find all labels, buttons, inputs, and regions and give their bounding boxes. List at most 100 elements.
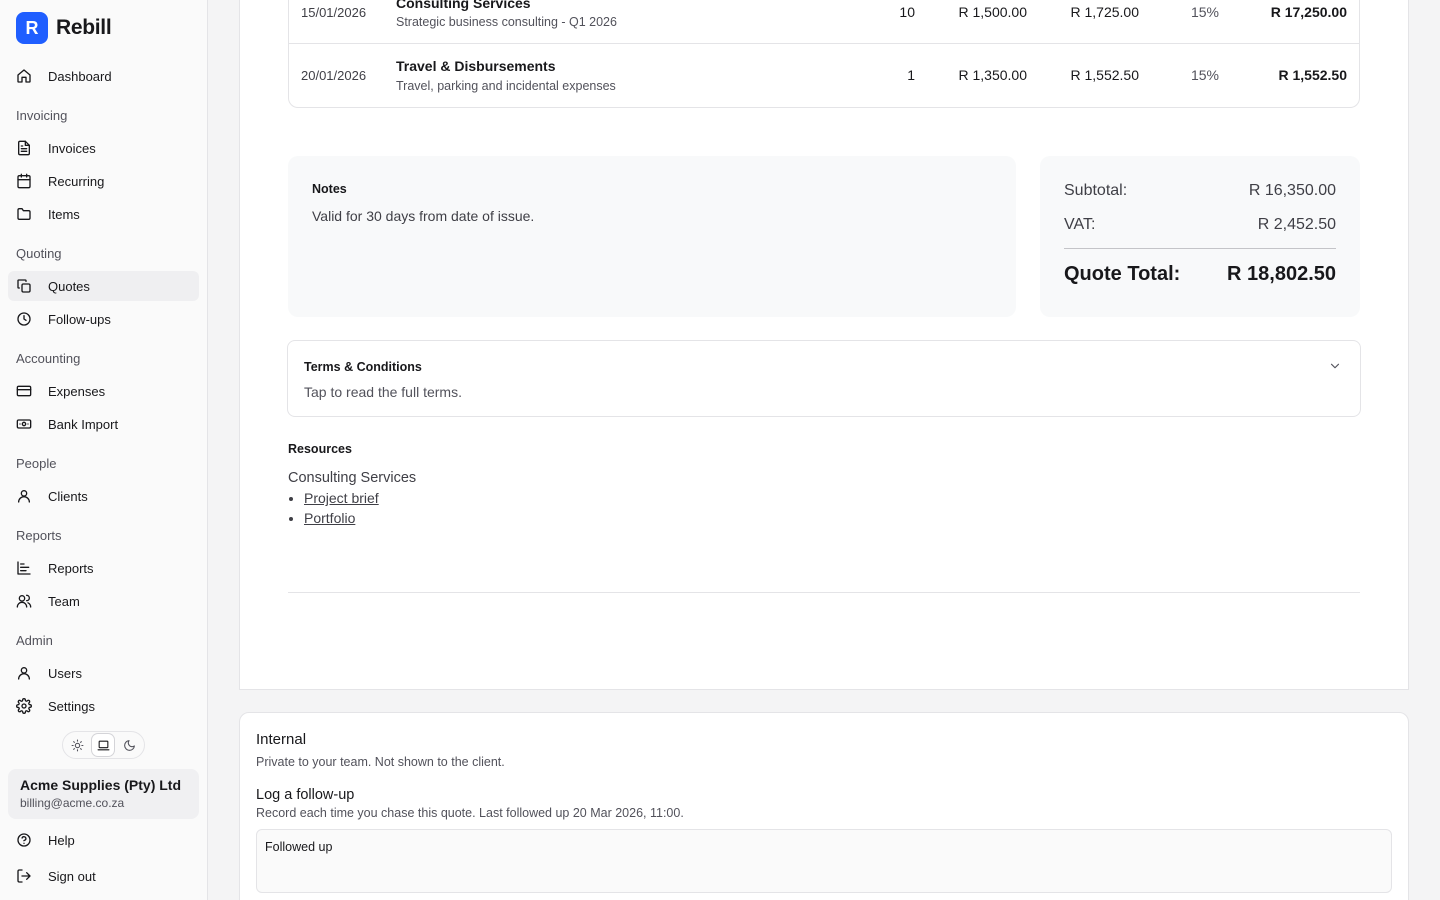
sidebar-item-label: Bank Import [48,416,119,432]
sidebar-item-label: Team [48,593,80,609]
followup-subtitle: Record each time you chase this quote. L… [256,806,684,820]
sidebar-item-label: Follow-ups [48,311,111,327]
resource-link-project-brief[interactable]: Project brief [304,490,379,506]
gear-icon [16,698,32,714]
resources-group-title: Consulting Services [288,470,417,486]
item-quantity: 1 [907,67,915,83]
terms-subtitle: Tap to read the full terms. [304,384,462,400]
subtotal-value: R 16,350.00 [1248,182,1336,199]
user-icon [18,490,30,503]
theme-light-button[interactable] [67,734,89,756]
list-item: Portfolio [304,508,888,528]
vat-value: R 2,452.50 [1257,216,1336,233]
brand-name: Rebill [56,16,112,39]
item-unit-price-incl: R 1,725.00 [1070,4,1140,20]
section-label-accounting: Accounting [16,351,81,366]
folder-icon [17,208,31,220]
internal-subtitle: Private to your team. Not shown to the c… [256,755,505,769]
sidebar-item-dashboard[interactable]: Dashboard [8,61,199,91]
section-label-reports: Reports [16,528,62,543]
notes-title: Notes [312,182,347,196]
laptop-icon [97,740,110,750]
sidebar-item-recurring[interactable]: Recurring [8,166,199,196]
sun-icon [71,739,84,751]
sidebar-item-reports[interactable]: Reports [8,553,199,583]
sidebar-item-label: Settings [48,698,95,714]
section-label-invoicing: Invoicing [16,108,68,123]
sidebar-item-label: Quotes [48,278,90,294]
sign-out-button[interactable]: Sign out [8,861,199,891]
moon-icon [123,739,135,751]
sidebar-item-team[interactable]: Team [8,586,199,616]
credit-card-icon [16,385,32,397]
sidebar-item-label: Dashboard [48,68,112,84]
sidebar-item-settings[interactable]: Settings [8,691,199,721]
item-date: 15/01/2026 [301,5,367,20]
brand[interactable]: R Rebill [16,12,112,44]
sidebar-item-followups[interactable]: Follow-ups [8,304,199,334]
file-text-icon [18,140,30,156]
sidebar-item-label: Invoices [48,140,96,156]
totals-divider [1064,248,1336,249]
sidebar-item-label: Recurring [48,173,105,189]
item-date: 20/01/2026 [301,68,367,83]
sidebar-item-items[interactable]: Items [8,199,199,229]
notes-panel: Notes Valid for 30 days from date of iss… [288,156,1016,317]
users-icon [16,594,32,608]
section-label-people: People [16,456,57,471]
sidebar-item-label: Sign out [48,868,96,884]
resources-list: Project brief Portfolio [288,488,888,528]
account-email: billing@acme.co.za [20,796,125,810]
table-row: 15/01/2026 Consulting Services Strategic… [289,0,1359,44]
resources-title: Resources [288,442,352,456]
theme-toggle [62,731,145,759]
item-vat-rate: 15% [1190,67,1219,83]
item-quantity: 10 [899,4,915,20]
sidebar-item-users[interactable]: Users [8,658,199,688]
chevron-down-icon[interactable] [1328,359,1342,373]
sidebar-item-label: Reports [48,560,94,576]
item-unit-price: R 1,500.00 [958,4,1028,20]
item-title: Travel & Disbursements [396,58,556,74]
vat-label: VAT: [1064,216,1096,233]
banknote-icon [16,419,32,429]
terms-accordion[interactable]: Terms & Conditions Tap to read the full … [287,340,1361,417]
user-icon [18,667,30,680]
sidebar-item-label: Help [48,832,75,848]
list-item: Project brief [304,488,888,508]
sidebar-item-invoices[interactable]: Invoices [8,133,199,163]
resources-section: Resources Consulting Services Project br… [288,442,888,528]
bar-chart-icon [17,561,31,575]
copy-icon [17,279,31,293]
notes-text: Valid for 30 days from date of issue. [312,208,535,224]
sidebar-item-label: Clients [48,488,88,504]
sidebar-item-clients[interactable]: Clients [8,481,199,511]
theme-dark-button[interactable] [118,734,140,756]
theme-system-button[interactable] [92,734,115,756]
account-card[interactable]: Acme Supplies (Pty) Ltd billing@acme.co.… [8,769,199,819]
followup-input[interactable]: Followed up [256,829,1392,893]
section-label-admin: Admin [16,633,53,648]
sidebar-item-help[interactable]: Help [8,825,199,855]
quote-total-value: R 18,802.50 [1227,263,1336,285]
calendar-icon [17,173,31,189]
quote-total-row: Quote Total: R 18,802.50 [1064,263,1336,286]
help-circle-icon [17,833,31,847]
sidebar: R Rebill Dashboard Invoicing Invoices Re… [0,0,208,900]
table-row: 20/01/2026 Travel & Disbursements Travel… [289,43,1359,107]
sidebar-item-bank-import[interactable]: Bank Import [8,409,199,439]
sidebar-item-quotes[interactable]: Quotes [8,271,199,301]
resource-link-portfolio[interactable]: Portfolio [304,510,355,526]
item-unit-price: R 1,350.00 [958,67,1028,83]
sidebar-item-expenses[interactable]: Expenses [8,376,199,406]
subtotal-label: Subtotal: [1064,182,1128,199]
sidebar-item-label: Expenses [48,383,106,399]
item-unit-price-incl: R 1,552.50 [1070,67,1140,83]
home-icon [17,69,31,83]
sidebar-item-label: Items [48,206,80,222]
log-out-icon [17,869,31,883]
section-label-quoting: Quoting [16,246,62,261]
clock-icon [17,312,31,326]
item-total: R 1,552.50 [1278,67,1348,83]
item-description: Travel, parking and incidental expenses [396,79,616,93]
